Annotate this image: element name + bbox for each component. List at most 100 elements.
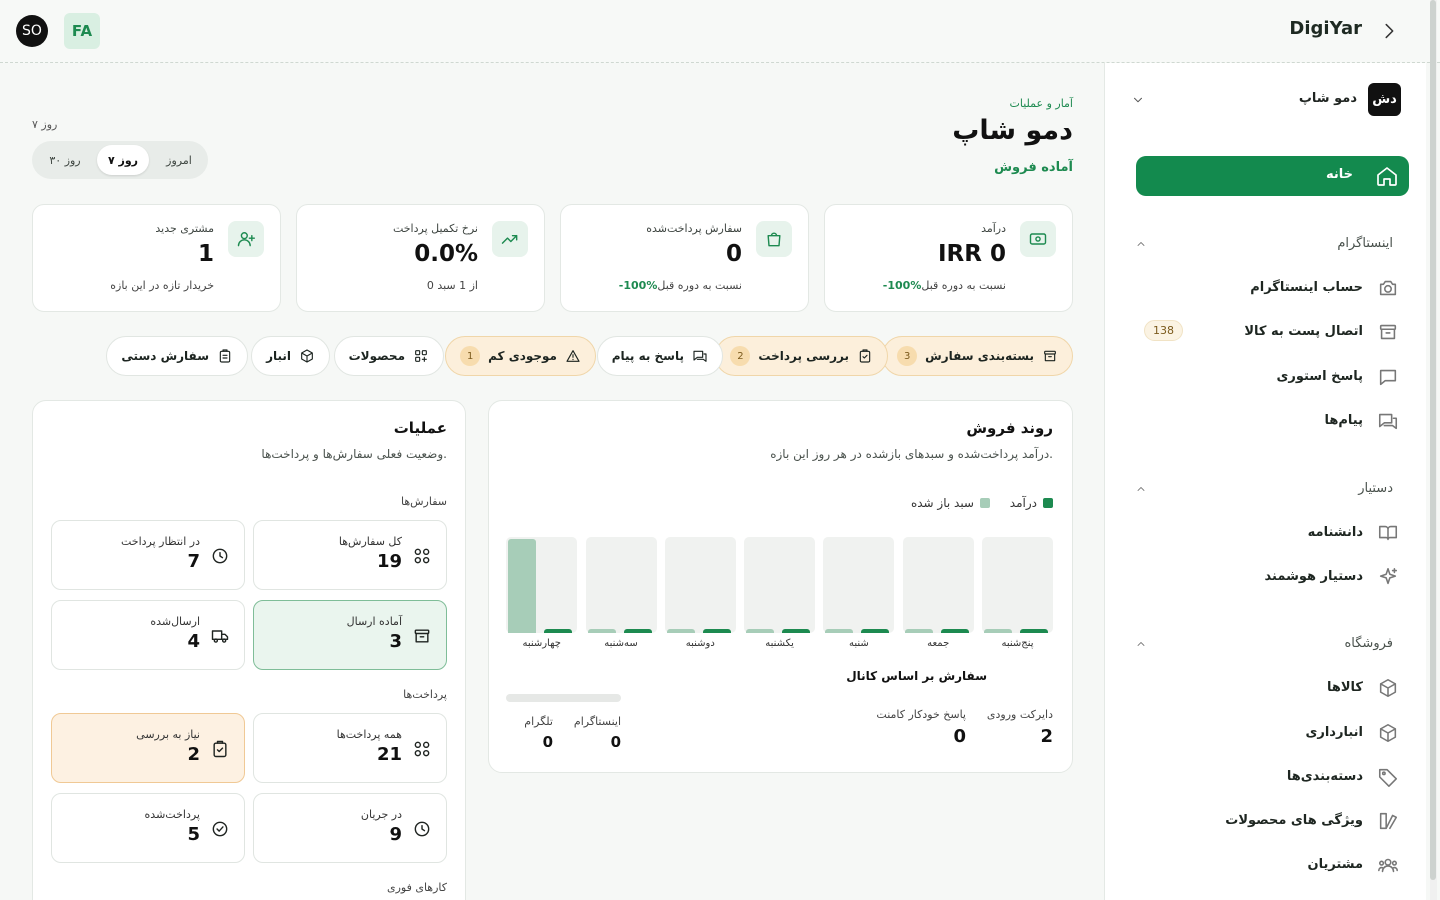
op-label: ارسال‌شده (150, 615, 200, 628)
chip-reply-message[interactable]: پاسخ به پیام (596, 336, 723, 376)
window-scrollbar-thumb[interactable] (1430, 0, 1436, 880)
archive-icon (1044, 350, 1056, 362)
chart-day-column (982, 537, 1053, 633)
chevron-right-icon[interactable] (1378, 20, 1400, 42)
chevron-up-icon[interactable] (1135, 638, 1147, 650)
sidebar-item-label: خانه (1325, 167, 1353, 182)
language-switch[interactable]: FA (64, 13, 100, 49)
users-icon (1378, 858, 1398, 873)
sidebar-item-categories[interactable]: دسته‌بندی‌ها (1136, 759, 1409, 795)
range-option-today[interactable]: امروز (152, 145, 206, 175)
shop-name: دمو شاپ (1298, 91, 1357, 106)
chip-pack-orders[interactable]: بسته‌بندی سفارش 3 (882, 336, 1073, 376)
chip-review-payment[interactable]: بررسی پرداخت 2 (715, 336, 888, 376)
chevron-up-icon[interactable] (1135, 238, 1147, 250)
sidebar-item-products[interactable]: کالاها (1136, 670, 1409, 706)
sidebar-item-smart-assistant[interactable]: دستیار هوشمند (1136, 559, 1409, 595)
clock-icon (414, 821, 430, 837)
kpi-value: 0 (725, 241, 742, 267)
op-ready-to-ship[interactable]: آماده ارسال 3 (253, 600, 447, 670)
sidebar-item-knowledge[interactable]: دانشنامه (1136, 515, 1409, 551)
kpi-title: درآمد (981, 222, 1006, 235)
kpi-paid-orders[interactable]: سفارش پرداخت‌شده 0 -100%نسبت به دوره قبل (560, 204, 809, 312)
messages-icon (693, 350, 707, 362)
sidebar-section-store: فروشگاه (1344, 636, 1393, 651)
bar-open-cart[interactable] (984, 629, 1012, 633)
kpi-note: خریدار تازه در این بازه (110, 279, 214, 292)
chip-low-stock[interactable]: موجودی کم 1 (445, 336, 596, 376)
op-total-orders[interactable]: کل سفارش‌ها 19 (253, 520, 447, 590)
op-label: کل سفارش‌ها (338, 535, 402, 548)
chevron-up-icon[interactable] (1135, 483, 1147, 495)
bar-revenue[interactable] (623, 629, 652, 633)
range-option-30d[interactable]: ۳۰ روز (38, 145, 92, 175)
op-label: همه پرداخت‌ها (336, 728, 402, 741)
chip-manual-order[interactable]: سفارش دستی (106, 336, 248, 376)
kpi-note: 0 از 1 سبد (426, 279, 478, 292)
user-avatar[interactable]: SO (16, 15, 48, 47)
kpi-title: مشتری جدید (155, 222, 214, 235)
bar-open-cart[interactable] (746, 629, 775, 633)
kpi-revenue[interactable]: درآمد IRR 0 -100%نسبت به دوره قبل (824, 204, 1073, 312)
chip-label: بسته‌بندی سفارش (925, 349, 1034, 363)
bar-open-cart[interactable] (666, 629, 695, 633)
bar-revenue[interactable] (940, 629, 969, 633)
sidebar-item-story-reply[interactable]: پاسخ استوری (1136, 359, 1409, 395)
sidebar-item-label: اتصال پست به کالا (1244, 324, 1363, 339)
kpi-value: 0.0% (414, 241, 478, 267)
messages-icon (1378, 413, 1398, 430)
op-value: 3 (389, 631, 402, 652)
bar-open-cart[interactable] (904, 629, 933, 633)
bar-revenue[interactable] (702, 629, 731, 633)
bar-revenue[interactable] (1020, 629, 1048, 633)
chevron-down-icon[interactable] (1131, 93, 1145, 107)
bar-revenue[interactable] (544, 629, 573, 633)
chip-count: 3 (897, 346, 918, 366)
sidebar-item-instagram-account[interactable]: حساب اینستاگرام (1136, 270, 1409, 306)
kpi-value: IRR 0 (938, 241, 1006, 267)
shop-switcher[interactable]: دش دمو شاپ (1131, 83, 1401, 117)
chart-tick-label: سه‌شنبه (604, 638, 638, 649)
sidebar-item-inventory[interactable]: انبارداری (1136, 715, 1409, 751)
bar-open-cart[interactable] (508, 539, 537, 633)
metric-auto-comment: پاسخ خودکار کامنت 0 (876, 708, 966, 747)
kpi-comparison: -100%نسبت به دوره قبل (875, 279, 1006, 292)
metric-label: تلگرام (524, 715, 553, 728)
sidebar-item-customers[interactable]: مشتریان (1136, 847, 1409, 883)
op-needs-review[interactable]: نیاز به بررسی 2 (51, 713, 245, 783)
metric-label: پاسخ خودکار کامنت (876, 708, 966, 721)
range-option-7d[interactable]: ۷ روز (97, 145, 149, 175)
bar-open-cart[interactable] (825, 629, 854, 633)
breadcrumb[interactable]: آمار و عملیات (1009, 97, 1073, 110)
sidebar-item-attributes[interactable]: ویژگی های محصولات (1136, 803, 1409, 839)
sidebar-item-label: پیام‌ها (1324, 413, 1364, 428)
chip-warehouse[interactable]: انبار (251, 336, 330, 376)
op-paid[interactable]: پرداخت‌شده 5 (51, 793, 245, 863)
chip-label: سفارش دستی (121, 349, 209, 363)
sidebar-item-label: پاسخ استوری (1276, 369, 1363, 384)
kpi-checkout-rate[interactable]: نرخ تکمیل پرداخت 0.0% 0 از 1 سبد (296, 204, 545, 312)
kpi-percent: -100% (882, 279, 922, 292)
chip-label: پاسخ به پیام (611, 349, 684, 363)
bar-revenue[interactable] (861, 629, 890, 633)
sidebar-item-post-link[interactable]: اتصال پست به کالا 138 (1136, 314, 1409, 350)
chip-products[interactable]: محصولات (333, 336, 444, 376)
sidebar-item-messages[interactable]: پیام‌ها (1136, 403, 1409, 439)
op-shipped[interactable]: ارسال‌شده 4 (51, 600, 245, 670)
chat-icon (1379, 369, 1397, 386)
bar-revenue[interactable] (782, 629, 811, 633)
op-awaiting-payment[interactable]: در انتظار پرداخت 7 (51, 520, 245, 590)
sidebar-item-home[interactable]: خانه (1136, 156, 1409, 196)
op-all-payments[interactable]: همه پرداخت‌ها 21 (253, 713, 447, 783)
range-selector: ۳۰ روز ۷ روز امروز (32, 141, 208, 179)
urgent-section-title: کارهای فوری (386, 881, 447, 894)
op-label: نیاز به بررسی (136, 728, 200, 741)
kpi-new-customers[interactable]: مشتری جدید 1 خریدار تازه در این بازه (32, 204, 281, 312)
sidebar-item-label: حساب اینستاگرام (1250, 280, 1363, 295)
chart-day-column (585, 537, 657, 633)
sidebar-section-assistant: دستیار (1358, 481, 1393, 496)
bar-open-cart[interactable] (587, 629, 616, 633)
chip-label: بررسی پرداخت (758, 349, 849, 363)
legend-label: درآمد (1009, 496, 1037, 510)
op-in-progress[interactable]: در جریان 9 (253, 793, 447, 863)
